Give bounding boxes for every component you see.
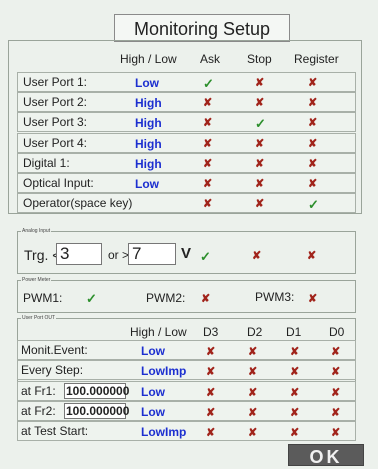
stop-check-icon[interactable]: ✓ [255,116,266,132]
header-high-low: High / Low [120,52,177,66]
ask-x-icon[interactable]: ✘ [203,197,212,210]
out-level-value[interactable]: Low [141,405,165,419]
register-x-icon[interactable]: ✘ [308,116,317,129]
level-value[interactable]: High [135,157,175,171]
d1-x-icon[interactable]: ✘ [290,365,299,378]
d0-x-icon[interactable]: ✘ [331,386,340,399]
d3-x-icon[interactable]: ✘ [206,365,215,378]
ask-x-icon[interactable]: ✘ [203,177,212,190]
d2-x-icon[interactable]: ✘ [248,386,257,399]
d3-x-icon[interactable]: ✘ [206,406,215,419]
header-register: Register [294,52,339,66]
out-header-d2: D2 [247,325,263,339]
pwm2-x-icon[interactable]: ✘ [201,292,210,305]
or-label: or > [108,248,130,262]
stop-x-icon[interactable]: ✘ [255,137,264,150]
frequency-input[interactable]: 100.000000 [64,383,129,399]
row-label: User Port 1: [23,75,88,89]
d1-x-icon[interactable]: ✘ [290,406,299,419]
d2-x-icon[interactable]: ✘ [248,406,257,419]
stop-x-icon[interactable]: ✘ [255,96,264,109]
out-level-value[interactable]: Low [141,385,165,399]
d2-x-icon[interactable]: ✘ [248,426,257,439]
pwm1-label: PWM1: [23,291,63,305]
page-title: Monitoring Setup [114,14,290,42]
stop-x-icon[interactable]: ✘ [255,177,264,190]
volt-unit: V [181,245,192,262]
pwm2-label: PWM2: [146,291,186,305]
stop-x-icon[interactable]: ✘ [255,76,264,89]
power-meter-title: Power Meter [21,277,52,283]
ask-x-icon[interactable]: ✘ [203,96,212,109]
register-x-icon[interactable]: ✘ [308,137,317,150]
power-meter-section [17,280,356,313]
out-header-d3: D3 [203,325,219,339]
d1-x-icon[interactable]: ✘ [290,426,299,439]
analog-ask-check-icon[interactable]: ✓ [200,249,211,265]
d3-x-icon[interactable]: ✘ [206,426,215,439]
row-label: Operator(space key) [23,196,133,210]
d2-x-icon[interactable]: ✘ [248,365,257,378]
ask-check-icon[interactable]: ✓ [203,76,214,92]
level-value[interactable]: High [135,96,175,110]
out-header-d1: D1 [286,325,302,339]
d0-x-icon[interactable]: ✘ [331,406,340,419]
stop-x-icon[interactable]: ✘ [255,157,264,170]
d2-x-icon[interactable]: ✘ [248,345,257,358]
row-label: User Port 4: [23,136,88,150]
level-value[interactable]: High [135,137,175,151]
trg-low-input[interactable]: 3 [56,243,102,265]
row-label: Optical Input: [23,176,94,190]
register-x-icon[interactable]: ✘ [308,76,317,89]
row-label: User Port 2: [23,95,88,109]
d1-x-icon[interactable]: ✘ [290,386,299,399]
out-header-d0: D0 [329,325,345,339]
pwm1-check-icon[interactable]: ✓ [86,291,97,307]
pwm3-x-icon[interactable]: ✘ [308,292,317,305]
row-label: Digital 1: [23,156,70,170]
out-row-label: Every Step: [21,363,84,377]
out-level-value[interactable]: LowImp [141,425,186,439]
d3-x-icon[interactable]: ✘ [206,386,215,399]
ok-button[interactable]: OK [288,444,364,467]
d0-x-icon[interactable]: ✘ [331,345,340,358]
register-x-icon[interactable]: ✘ [308,96,317,109]
analog-input-title: Analog Input [21,228,52,234]
out-row-label: at Fr1: [21,384,56,398]
level-value[interactable]: Low [135,177,175,191]
d0-x-icon[interactable]: ✘ [331,426,340,439]
out-level-value[interactable]: Low [141,344,165,358]
analog-stop-x-icon[interactable]: ✘ [252,249,261,262]
d0-x-icon[interactable]: ✘ [331,365,340,378]
header-stop: Stop [247,52,272,66]
register-x-icon[interactable]: ✘ [308,157,317,170]
out-header-high-low: High / Low [130,325,187,339]
ask-x-icon[interactable]: ✘ [203,157,212,170]
out-row-label: at Fr2: [21,404,56,418]
pwm3-label: PWM3: [255,290,295,304]
register-x-icon[interactable]: ✘ [308,177,317,190]
d1-x-icon[interactable]: ✘ [290,345,299,358]
out-row-label: Monit.Event: [21,343,88,357]
ask-x-icon[interactable]: ✘ [203,116,212,129]
frequency-input[interactable]: 100.000000 [64,403,129,419]
trg-high-input[interactable]: 7 [128,243,176,265]
out-level-value[interactable]: LowImp [141,364,186,378]
stop-x-icon[interactable]: ✘ [255,197,264,210]
userport-out-title: User Port OUT [21,315,57,321]
level-value[interactable]: Low [135,76,175,90]
row-label: User Port 3: [23,115,88,129]
analog-register-x-icon[interactable]: ✘ [307,249,316,262]
level-value[interactable]: High [135,116,175,130]
ask-x-icon[interactable]: ✘ [203,137,212,150]
header-ask: Ask [200,52,221,66]
trg-label: Trg. < [24,247,61,263]
d3-x-icon[interactable]: ✘ [206,345,215,358]
register-check-icon[interactable]: ✓ [308,197,319,213]
out-row-label: at Test Start: [21,424,89,438]
